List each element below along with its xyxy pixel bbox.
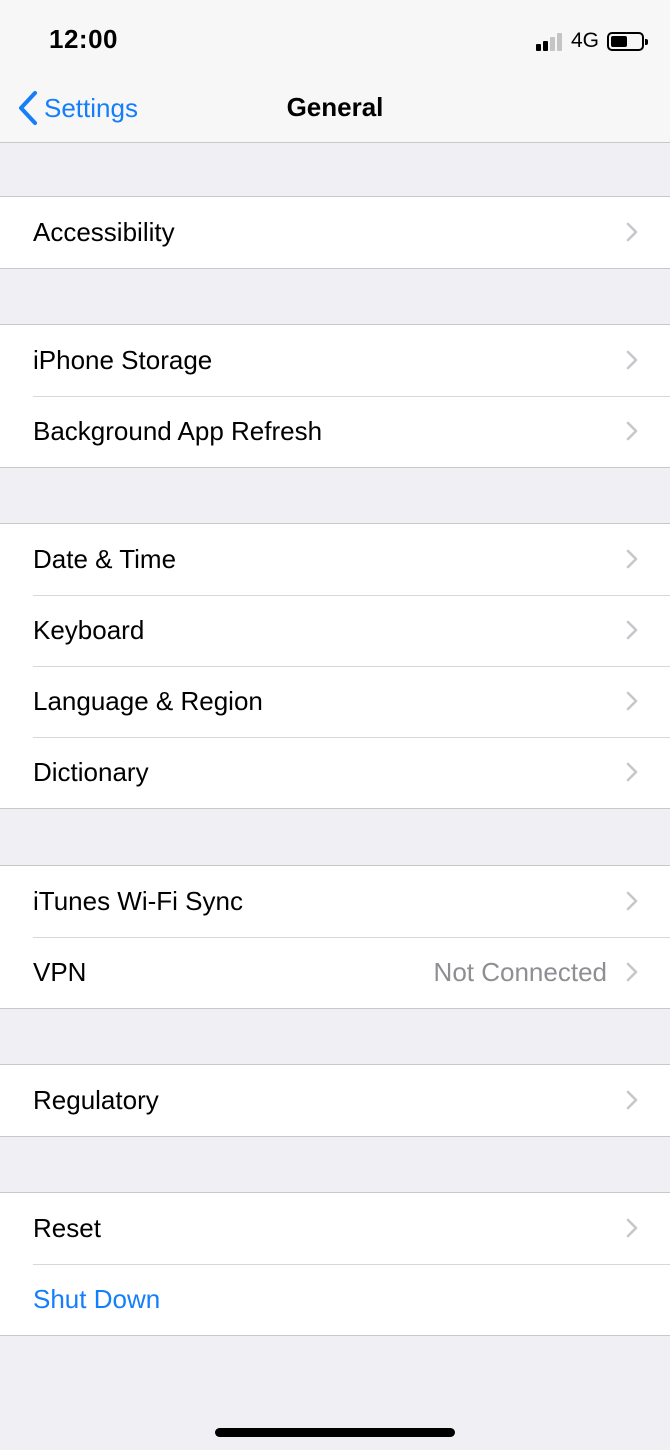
chevron-right-icon: [626, 222, 638, 242]
settings-group-regulatory: Regulatory: [0, 1064, 670, 1137]
settings-group-reset: Reset Shut Down: [0, 1192, 670, 1336]
signal-bar: [535, 44, 541, 51]
signal-bar: [549, 37, 555, 51]
row-label: Dictionary: [33, 757, 149, 787]
chevron-right-icon: [626, 350, 638, 370]
settings-group-locale: Date & Time Keyboard Language & Region D…: [0, 523, 670, 809]
row-itunes-wifi-sync[interactable]: iTunes Wi-Fi Sync: [0, 866, 670, 937]
battery-level: [611, 35, 627, 47]
row-accessibility[interactable]: Accessibility: [0, 197, 670, 268]
signal-bar: [542, 41, 548, 51]
chevron-right-icon: [626, 549, 638, 569]
row-regulatory[interactable]: Regulatory: [0, 1065, 670, 1136]
shut-down-button[interactable]: Shut Down: [0, 1264, 670, 1335]
row-date-time[interactable]: Date & Time: [0, 524, 670, 595]
row-label: Reset: [33, 1213, 101, 1243]
status-time: 12:00: [49, 24, 118, 54]
signal-bar: [556, 33, 562, 51]
row-label: Date & Time: [33, 544, 177, 574]
row-label: iPhone Storage: [33, 345, 213, 375]
row-label: Accessibility: [33, 217, 175, 247]
settings-group-sync: iTunes Wi-Fi Sync VPN Not Connected: [0, 865, 670, 1009]
chevron-right-icon: [626, 1218, 638, 1238]
settings-group-accessibility: Accessibility: [0, 196, 670, 269]
battery-cap: [645, 38, 648, 45]
row-label: Keyboard: [33, 615, 145, 645]
chevron-right-icon: [626, 891, 638, 911]
network-type: 4G: [570, 29, 599, 52]
home-indicator[interactable]: [215, 1428, 455, 1437]
chevron-right-icon: [626, 691, 638, 711]
chevron-right-icon: [626, 762, 638, 782]
cellular-signal-icon: [535, 31, 564, 51]
settings-group-storage: iPhone Storage Background App Refresh: [0, 324, 670, 468]
status-bar: 12:00 4G: [0, 0, 670, 80]
row-label: Language & Region: [33, 686, 263, 716]
row-label: iTunes Wi-Fi Sync: [33, 886, 243, 916]
row-label: Background App Refresh: [33, 416, 323, 446]
battery-icon: [607, 31, 648, 51]
row-label: VPN: [33, 957, 87, 987]
row-label: Regulatory: [33, 1085, 159, 1115]
row-keyboard[interactable]: Keyboard: [0, 595, 670, 666]
status-indicators: 4G: [535, 28, 648, 54]
row-dictionary[interactable]: Dictionary: [0, 737, 670, 808]
row-background-app-refresh[interactable]: Background App Refresh: [0, 396, 670, 467]
chevron-right-icon: [626, 620, 638, 640]
row-iphone-storage[interactable]: iPhone Storage: [0, 325, 670, 396]
chevron-right-icon: [626, 1090, 638, 1110]
navigation-bar: Settings General: [0, 80, 670, 143]
row-language-region[interactable]: Language & Region: [0, 666, 670, 737]
row-reset[interactable]: Reset: [0, 1193, 670, 1264]
shut-down-label: Shut Down: [33, 1284, 161, 1314]
vpn-status-value: Not Connected: [433, 957, 607, 987]
chevron-right-icon: [626, 962, 638, 982]
page-title: General: [286, 92, 384, 122]
row-vpn[interactable]: VPN Not Connected: [0, 937, 670, 1008]
chevron-right-icon: [626, 421, 638, 441]
